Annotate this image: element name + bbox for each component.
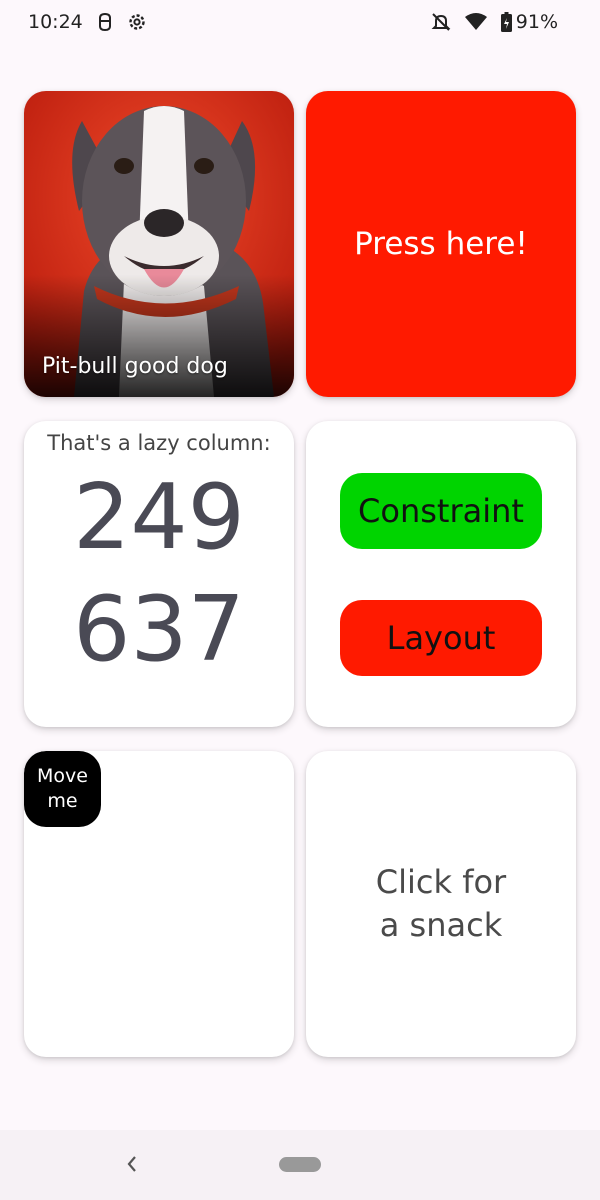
move-me-card: Move me [24, 751, 294, 1057]
dog-caption: Pit-bull good dog [42, 354, 228, 379]
navigation-bar [0, 1130, 600, 1200]
lazy-column-card[interactable]: That's a lazy column: 249 637 [24, 421, 294, 727]
status-bar: 10:24 91% [0, 0, 600, 44]
wifi-icon [464, 13, 487, 31]
constraint-button[interactable]: Constraint [340, 473, 542, 549]
battery-percent: 91% [515, 11, 558, 33]
dog-photo [24, 91, 294, 397]
constraint-layout-card: Constraint Layout [306, 421, 576, 727]
snack-line2: a snack [379, 906, 503, 944]
back-icon[interactable] [124, 1152, 140, 1180]
snack-line1: Click for [375, 862, 507, 901]
layout-button[interactable]: Layout [340, 600, 542, 676]
status-right: 91% [431, 11, 558, 33]
status-left: 10:24 [28, 11, 147, 33]
lazy-column-title: That's a lazy column: [47, 431, 271, 455]
status-time: 10:24 [28, 11, 83, 33]
press-here-card[interactable]: Press here! [306, 91, 576, 397]
lazy-column-item: 249 [73, 465, 245, 570]
snack-label: Click for a snack [376, 861, 506, 947]
move-me-line1: Move [37, 765, 88, 788]
dog-card[interactable]: Pit-bull good dog [24, 91, 294, 397]
move-me-handle[interactable]: Move me [24, 751, 101, 827]
move-me-line2: me [47, 790, 78, 812]
home-pill-icon[interactable] [279, 1157, 321, 1172]
lazy-column-item: 637 [73, 577, 245, 682]
do-not-disturb-icon [431, 12, 451, 32]
battery-icon: 91% [500, 11, 558, 33]
press-here-label: Press here! [354, 226, 528, 262]
snack-card[interactable]: Click for a snack [306, 751, 576, 1057]
settings-icon [127, 12, 147, 32]
android-debug-icon [97, 12, 113, 32]
